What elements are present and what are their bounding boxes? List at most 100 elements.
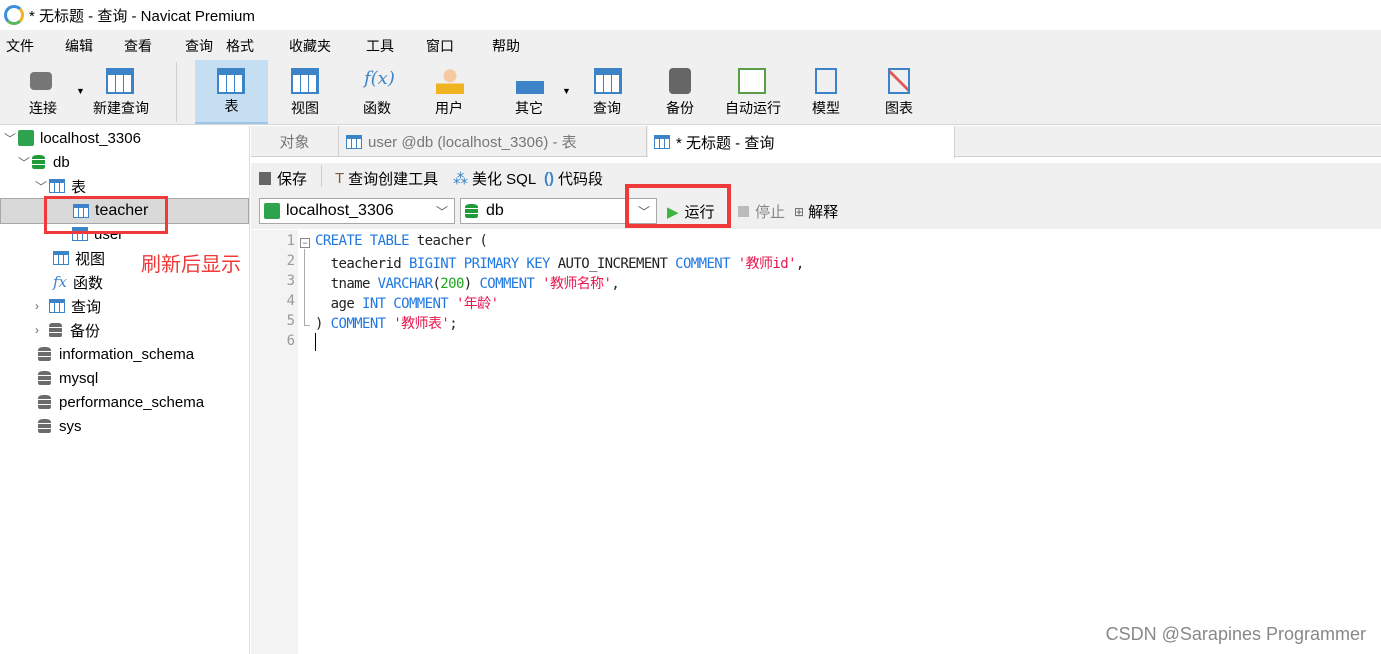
line-number: 4 bbox=[286, 293, 295, 309]
line-number: 6 bbox=[286, 333, 295, 349]
menu-file[interactable]: 文件 bbox=[6, 36, 34, 56]
tree-database-sys[interactable]: sys bbox=[38, 414, 82, 438]
connection-icon bbox=[18, 130, 34, 146]
line-number: 2 bbox=[286, 253, 295, 269]
annotation-text: 刷新后显示 bbox=[141, 254, 241, 276]
code-token: ; bbox=[449, 316, 458, 332]
auto-run-button[interactable]: 自动运行 bbox=[718, 60, 788, 124]
function-button[interactable]: f(x) 函数 bbox=[342, 60, 412, 124]
window-title: * 无标题 - 查询 - Navicat Premium bbox=[29, 7, 255, 25]
tree-backups[interactable]: › 备份 bbox=[35, 318, 100, 342]
connection-select[interactable]: localhost_3306 ﹀ bbox=[259, 198, 455, 224]
menu-tools[interactable]: 工具 bbox=[366, 36, 394, 56]
tools-icon bbox=[516, 68, 544, 94]
backup-button[interactable]: 备份 bbox=[645, 60, 715, 124]
new-query-button[interactable]: 新建查询 bbox=[86, 60, 156, 124]
menu-window[interactable]: 窗口 bbox=[426, 36, 454, 56]
fold-toggle-icon[interactable]: − bbox=[300, 238, 310, 248]
tab-user-table[interactable]: user @db (localhost_3306) - 表 bbox=[340, 126, 647, 157]
line-number: 1 bbox=[286, 233, 295, 249]
explain-button[interactable]: ⊞ 解释 bbox=[794, 201, 838, 222]
user-button[interactable]: 用户 bbox=[414, 60, 484, 124]
line-number: 5 bbox=[286, 313, 295, 329]
main-toolbar: 连接 ▼ 新建查询 表 视图 f(x) 函数 用户 其它 ▼ 查询 备份 自动运行… bbox=[0, 58, 1381, 125]
tab-untitled-query[interactable]: * 无标题 - 查询 bbox=[648, 126, 955, 158]
connect-button[interactable]: 连接 bbox=[10, 60, 76, 124]
code-token: 200 bbox=[440, 276, 464, 292]
code-token: AUTO_INCREMENT bbox=[549, 256, 676, 272]
database-icon bbox=[38, 346, 51, 362]
query-icon bbox=[49, 299, 65, 313]
model-button[interactable]: 模型 bbox=[791, 60, 861, 124]
stop-button[interactable]: 停止 bbox=[738, 201, 785, 222]
beautify-sql-button[interactable]: ⁂ 美化 SQL bbox=[453, 168, 536, 189]
hammer-icon: T bbox=[335, 170, 345, 187]
tree-database-db[interactable]: ﹀ db bbox=[18, 150, 70, 174]
text-cursor bbox=[315, 333, 316, 351]
code-token: ) bbox=[315, 316, 331, 332]
code-token: BIGINT PRIMARY KEY bbox=[408, 256, 551, 272]
tree-database-mysql[interactable]: mysql bbox=[38, 366, 98, 390]
code-token: , bbox=[795, 256, 804, 272]
backup-icon bbox=[49, 322, 62, 338]
database-icon bbox=[38, 394, 51, 410]
view-button[interactable]: 视图 bbox=[270, 60, 340, 124]
code-token: teacherid bbox=[315, 256, 409, 272]
code-line: tname VARCHAR(200) COMMENT '教师名称', bbox=[315, 273, 620, 293]
connection-icon bbox=[264, 203, 280, 219]
code-line: teacherid BIGINT PRIMARY KEY AUTO_INCREM… bbox=[315, 253, 805, 273]
tree-connection[interactable]: ﹀ localhost_3306 bbox=[4, 126, 141, 150]
model-icon bbox=[815, 68, 837, 94]
tab-bar: 对象 user @db (localhost_3306) - 表 * 无标题 -… bbox=[251, 126, 1381, 158]
query-builder-button[interactable]: T 查询创建工具 bbox=[335, 168, 438, 189]
navicat-logo-icon bbox=[4, 5, 24, 25]
watermark: CSDN @Sarapines Programmer bbox=[1105, 624, 1366, 644]
code-token: INT COMMENT bbox=[361, 296, 449, 312]
new-query-icon bbox=[106, 68, 134, 94]
code-line: CREATE TABLE teacher ( bbox=[315, 233, 488, 249]
save-button[interactable]: 保存 bbox=[259, 168, 307, 189]
menu-edit[interactable]: 编辑 bbox=[65, 36, 93, 56]
backup-icon bbox=[669, 68, 691, 94]
code-token: tname bbox=[315, 276, 378, 292]
tree-database-performance-schema[interactable]: performance_schema bbox=[38, 390, 204, 414]
code-snippet-button[interactable]: () 代码段 bbox=[544, 168, 603, 189]
tree-queries[interactable]: › 查询 bbox=[35, 294, 101, 318]
function-icon: f(x) bbox=[364, 68, 395, 89]
tree-database-information-schema[interactable]: information_schema bbox=[38, 342, 194, 366]
code-token: CREATE TABLE bbox=[315, 233, 410, 249]
view-icon bbox=[53, 251, 69, 265]
chart-button[interactable]: 图表 bbox=[864, 60, 934, 124]
function-icon: fx bbox=[53, 273, 68, 291]
menu-help[interactable]: 帮助 bbox=[492, 36, 520, 56]
view-icon bbox=[291, 68, 319, 94]
menu-format[interactable]: 格式 bbox=[226, 36, 254, 56]
query-toolbar: 保存 T 查询创建工具 ⁂ 美化 SQL () 代码段 bbox=[251, 163, 1381, 191]
tree-views[interactable]: 视图 bbox=[53, 246, 105, 270]
chart-icon bbox=[888, 68, 910, 94]
parentheses-icon: () bbox=[544, 170, 554, 187]
code-token: '年龄' bbox=[455, 296, 499, 312]
connect-dropdown-arrow-icon[interactable]: ▼ bbox=[76, 86, 85, 96]
other-dropdown-arrow-icon[interactable]: ▼ bbox=[562, 86, 571, 96]
code-token: , bbox=[611, 276, 620, 292]
query-button[interactable]: 查询 bbox=[572, 60, 642, 124]
tree-tables[interactable]: ﹀ 表 bbox=[35, 174, 86, 198]
code-token: '教师名称' bbox=[542, 276, 612, 292]
menu-view[interactable]: 查看 bbox=[124, 36, 152, 56]
tree-functions[interactable]: fx 函数 bbox=[53, 270, 103, 294]
line-number: 3 bbox=[286, 273, 295, 289]
menu-query[interactable]: 查询 bbox=[185, 36, 213, 56]
run-highlight-box bbox=[625, 184, 731, 228]
tab-objects[interactable]: 对象 bbox=[251, 126, 339, 157]
table-button[interactable]: 表 bbox=[195, 60, 268, 124]
database-icon bbox=[38, 418, 51, 434]
menu-favorites[interactable]: 收藏夹 bbox=[289, 36, 331, 56]
other-button[interactable]: 其它 bbox=[494, 60, 564, 124]
database-icon bbox=[38, 370, 51, 386]
code-token: COMMENT bbox=[330, 316, 386, 332]
table-folder-icon bbox=[49, 179, 65, 193]
